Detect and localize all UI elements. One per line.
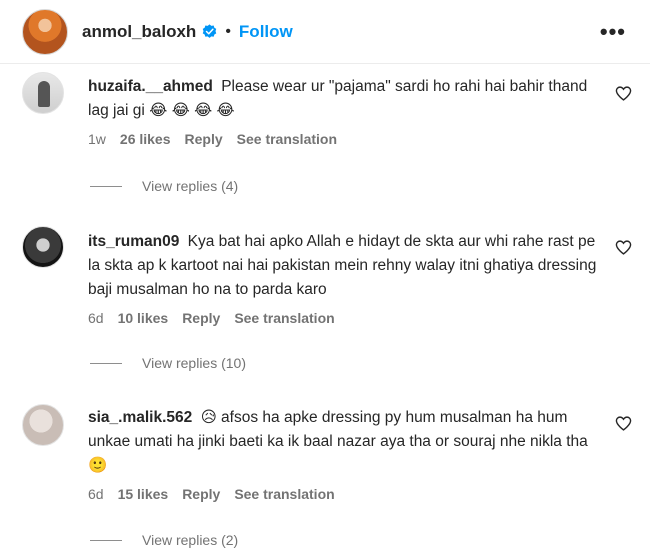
reply-button[interactable]: Reply — [182, 486, 220, 502]
like-heart-icon[interactable] — [615, 239, 632, 256]
avatar[interactable] — [22, 72, 64, 114]
divider-line — [90, 539, 122, 541]
post-header: anmol_baloxh • Follow ••• — [0, 0, 650, 64]
comment-likes[interactable]: 26 likes — [120, 131, 171, 147]
header-separator: • — [225, 22, 231, 40]
avatar[interactable] — [22, 8, 68, 55]
like-heart-icon[interactable] — [615, 85, 632, 102]
reply-button[interactable]: Reply — [185, 131, 223, 147]
avatar[interactable] — [22, 226, 64, 268]
comment-time[interactable]: 6d — [88, 486, 104, 502]
comment-text-block: huzaifa.__ahmed Please wear ur "pajama" … — [88, 75, 598, 123]
view-replies-button[interactable]: View replies (4) — [90, 178, 238, 194]
comment-time[interactable]: 1w — [88, 131, 106, 147]
comment-meta: 1w 26 likes Reply See translation — [88, 131, 598, 147]
like-heart-icon[interactable] — [615, 415, 632, 432]
reply-button[interactable]: Reply — [182, 310, 220, 326]
view-replies-label: View replies (10) — [142, 355, 247, 371]
more-options-icon[interactable]: ••• — [600, 21, 626, 43]
comment-likes[interactable]: 10 likes — [118, 310, 169, 326]
see-translation-button[interactable]: See translation — [234, 310, 334, 326]
comment-meta: 6d 10 likes Reply See translation — [88, 310, 598, 326]
comment-username[interactable]: huzaifa.__ahmed — [88, 78, 213, 95]
see-translation-button[interactable]: See translation — [234, 486, 334, 502]
header-username[interactable]: anmol_baloxh — [82, 22, 196, 42]
see-translation-button[interactable]: See translation — [237, 131, 337, 147]
comment-text-block: sia_.malik.562 😥 afsos ha apke dressing … — [88, 406, 598, 478]
avatar[interactable] — [22, 404, 64, 446]
comment: sia_.malik.562 😥 afsos ha apke dressing … — [0, 398, 650, 528]
comment-username[interactable]: its_ruman09 — [88, 233, 179, 250]
comment: its_ruman09 Kya bat hai apko Allah e hid… — [0, 222, 650, 352]
comment-username[interactable]: sia_.malik.562 — [88, 409, 192, 426]
comment-likes[interactable]: 15 likes — [118, 486, 169, 502]
divider-line — [90, 185, 122, 187]
view-replies-button[interactable]: View replies (10) — [90, 355, 246, 371]
comment-text-block: its_ruman09 Kya bat hai apko Allah e hid… — [88, 230, 598, 302]
follow-button[interactable]: Follow — [239, 22, 293, 42]
view-replies-button[interactable]: View replies (2) — [90, 532, 238, 548]
comment-meta: 6d 15 likes Reply See translation — [88, 486, 598, 502]
view-replies-label: View replies (2) — [142, 532, 239, 548]
comment-time[interactable]: 6d — [88, 310, 104, 326]
verified-badge-icon — [203, 24, 217, 38]
view-replies-label: View replies (4) — [142, 178, 239, 194]
divider-line — [90, 362, 122, 364]
